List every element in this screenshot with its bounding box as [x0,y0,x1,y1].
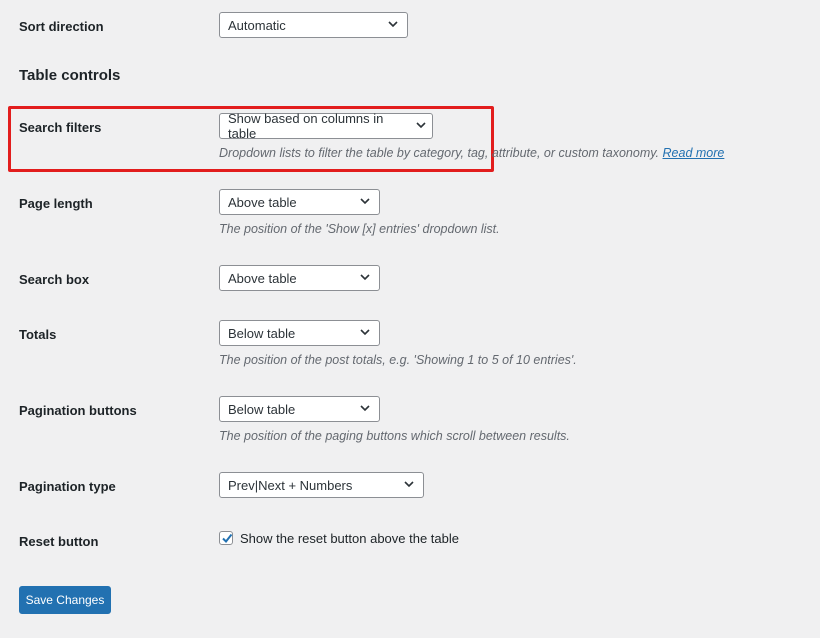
reset-button-label: Reset button [19,534,99,549]
chevron-down-icon [416,122,426,129]
section-title-table-controls: Table controls [19,67,121,84]
pagination-type-label: Pagination type [19,479,116,494]
pagination-type-value: Prev|Next + Numbers [228,477,353,493]
reset-button-checkbox[interactable] [219,531,233,545]
page-length-description: The position of the 'Show [x] entries' d… [219,222,500,236]
search-filters-select[interactable]: Show based on columns in table [219,111,433,141]
totals-select[interactable]: Below table [219,320,380,346]
chevron-down-icon [404,481,414,488]
chevron-down-icon [360,329,370,336]
search-box-select[interactable]: Above table [219,265,380,291]
chevron-down-icon [360,405,370,412]
pagination-buttons-select[interactable]: Below table [219,396,380,422]
totals-label: Totals [19,327,57,342]
search-filters-description: Dropdown lists to filter the table by ca… [219,146,724,160]
search-box-value: Above table [228,270,297,286]
page-length-select[interactable]: Above table [219,189,380,215]
checkmark-icon [222,533,233,544]
sort-direction-select[interactable]: Automatic [219,12,408,38]
chevron-down-icon [388,21,398,28]
pagination-buttons-label: Pagination buttons [19,403,137,418]
save-changes-button[interactable]: Save Changes [19,586,111,614]
page-length-value: Above table [228,194,297,210]
search-filters-description-text: Dropdown lists to filter the table by ca… [219,146,660,160]
page-length-label: Page length [19,196,93,211]
search-box-label: Search box [19,272,90,287]
chevron-down-icon [360,198,370,205]
search-filters-label: Search filters [19,120,102,135]
pagination-buttons-value: Below table [228,401,296,417]
read-more-link[interactable]: Read more [663,146,725,160]
totals-value: Below table [228,325,296,341]
pagination-type-select[interactable]: Prev|Next + Numbers [219,472,424,498]
sort-direction-label: Sort direction [19,19,104,34]
totals-description: The position of the post totals, e.g. 'S… [219,353,577,367]
reset-button-checkbox-label[interactable]: Show the reset button above the table [240,531,459,546]
sort-direction-value: Automatic [228,17,286,33]
chevron-down-icon [360,274,370,281]
search-filters-value: Show based on columns in table [228,111,384,141]
pagination-buttons-description: The position of the paging buttons which… [219,429,570,443]
